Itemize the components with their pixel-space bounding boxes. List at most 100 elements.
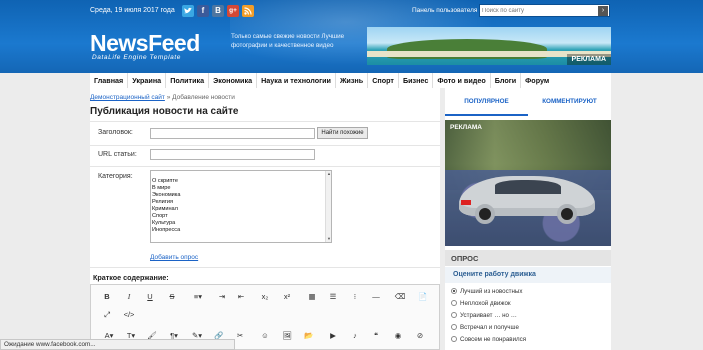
url-label: URL статьи: xyxy=(98,151,137,158)
clear-format-icon[interactable]: ⌫ xyxy=(394,292,406,301)
radio-button[interactable] xyxy=(451,300,457,307)
nav-item-business[interactable]: Бизнес xyxy=(399,73,434,88)
title-input[interactable] xyxy=(150,128,315,139)
find-similar-button[interactable]: Найти похожие xyxy=(317,127,368,139)
poll-option-label: Неплохой движок xyxy=(460,300,511,307)
nav-item-life[interactable]: Жизнь xyxy=(336,73,369,88)
unlink-icon[interactable]: ✂ xyxy=(234,331,246,340)
underline-icon[interactable]: U xyxy=(144,292,156,301)
bold-icon[interactable]: B xyxy=(101,292,113,301)
nav-item-ukraine[interactable]: Украина xyxy=(128,73,167,88)
add-poll-link[interactable]: Добавить опрос xyxy=(150,254,198,261)
image-icon[interactable]: 🖼 xyxy=(281,331,293,340)
source-code-icon[interactable]: </> xyxy=(123,310,135,319)
divider xyxy=(90,267,440,268)
nav-item-politics[interactable]: Политика xyxy=(166,73,210,88)
status-text: Ожидание www.facebook.com... xyxy=(4,341,96,348)
radio-button[interactable] xyxy=(451,312,457,319)
rss-icon[interactable] xyxy=(242,5,254,17)
category-option[interactable]: Спорт xyxy=(152,213,331,220)
nav-item-photo-video[interactable]: Фото и видео xyxy=(433,73,491,88)
radio-button[interactable] xyxy=(451,288,457,295)
subscript-icon[interactable]: x₂ xyxy=(259,292,271,301)
nav-item-economy[interactable]: Экономика xyxy=(209,73,258,88)
folder-icon[interactable]: 📂 xyxy=(303,331,315,340)
unordered-list-icon[interactable]: ⁝ xyxy=(349,292,361,301)
ad-car-plate xyxy=(461,200,471,205)
video-icon[interactable]: ▶ xyxy=(327,331,339,340)
quote-icon[interactable]: ❝ xyxy=(370,331,382,340)
category-select[interactable]: О скрипте В мире Экономика Религия Крими… xyxy=(150,170,332,243)
poll-option[interactable]: Совсем не понравился xyxy=(451,336,526,343)
category-option[interactable]: Экономика xyxy=(152,192,331,199)
sidebar-ad-image[interactable]: РЕКЛАМА xyxy=(445,120,611,246)
category-option[interactable]: Культура xyxy=(152,220,331,227)
indent-icon[interactable]: ⇥ xyxy=(216,292,228,301)
nav-item-home[interactable]: Главная xyxy=(90,73,129,88)
main-content: Демонстрационный сайт » Добавление новос… xyxy=(90,88,440,350)
category-option[interactable]: Криминал xyxy=(152,206,331,213)
facebook-icon[interactable]: f xyxy=(197,5,209,17)
user-panel-link[interactable]: Панель пользователя xyxy=(412,7,477,14)
poll-header-title: ОПРОС xyxy=(451,254,479,263)
table-icon[interactable]: ▦ xyxy=(306,292,318,301)
poll-header: ОПРОС xyxy=(445,250,611,266)
poll-option-label: Устраивает … но … xyxy=(460,312,517,319)
category-option[interactable]: О скрипте xyxy=(152,178,331,185)
nav-item-science[interactable]: Наука и технологии xyxy=(257,73,336,88)
current-date: Среда, 19 июля 2017 года xyxy=(90,7,175,14)
superscript-icon[interactable]: x² xyxy=(281,292,293,301)
tab-popular[interactable]: ПОПУЛЯРНОЕ xyxy=(445,88,528,116)
tab-commented[interactable]: КОММЕНТИРУЮТ xyxy=(528,88,611,116)
header-ad-banner[interactable]: РЕКЛАМА xyxy=(367,27,611,65)
outdent-icon[interactable]: ⇤ xyxy=(235,292,247,301)
scroll-down-icon[interactable]: ▼ xyxy=(326,236,332,242)
vk-icon[interactable]: В xyxy=(212,5,224,17)
search-box: › xyxy=(479,4,610,17)
twitter-icon[interactable] xyxy=(182,5,194,17)
italic-icon[interactable]: I xyxy=(123,292,135,301)
poll-question-text: Оцените работу движка xyxy=(453,271,536,278)
category-scrollbar[interactable]: ▲ ▼ xyxy=(325,171,331,242)
nav-item-sport[interactable]: Спорт xyxy=(368,73,399,88)
breadcrumb: Демонстрационный сайт » Добавление новос… xyxy=(90,94,235,101)
category-option[interactable]: Религия xyxy=(152,199,331,206)
google-plus-icon[interactable]: g+ xyxy=(227,5,239,17)
emoji-icon[interactable]: ☺ xyxy=(259,331,271,340)
radio-button[interactable] xyxy=(451,324,457,331)
category-option[interactable]: В мире xyxy=(152,185,331,192)
category-option[interactable]: Инопресса xyxy=(152,227,331,234)
strikethrough-icon[interactable]: S xyxy=(166,292,178,301)
spoiler-icon[interactable]: ◉ xyxy=(392,331,404,340)
poll-option[interactable]: Лучший из новостных xyxy=(451,288,522,295)
nav-item-forum[interactable]: Форум xyxy=(521,73,553,88)
horizontal-line-icon[interactable]: — xyxy=(370,292,382,301)
ad-label: РЕКЛАМА xyxy=(450,124,483,131)
sidebar: ПОПУЛЯРНОЕ КОММЕНТИРУЮТ РЕКЛАМА ОПРОС Оц… xyxy=(445,88,611,350)
divider xyxy=(90,145,440,146)
browser-status-bar: Ожидание www.facebook.com... xyxy=(0,339,235,350)
ad-car-wheel xyxy=(475,204,495,224)
fullscreen-icon[interactable]: ⤢ xyxy=(101,310,113,320)
search-icon[interactable]: › xyxy=(598,6,608,16)
poll-option[interactable]: Неплохой движок xyxy=(451,300,511,307)
radio-button[interactable] xyxy=(451,336,457,343)
search-input[interactable] xyxy=(482,6,594,16)
ad-car-window xyxy=(495,180,561,194)
poll-option[interactable]: Встречал и получше xyxy=(451,324,519,331)
url-input[interactable] xyxy=(150,149,315,160)
breadcrumb-separator: » xyxy=(166,94,171,101)
scroll-up-icon[interactable]: ▲ xyxy=(326,171,332,177)
hide-icon[interactable]: ⊘ xyxy=(414,331,426,340)
site-logo[interactable]: NewsFeed xyxy=(90,30,200,57)
nav-item-blogs[interactable]: Блоги xyxy=(491,73,522,88)
paste-text-icon[interactable]: 📄 xyxy=(417,292,429,301)
align-dropdown-icon[interactable]: ≡▾ xyxy=(189,292,207,301)
audio-icon[interactable]: ♪ xyxy=(349,331,361,340)
breadcrumb-home-link[interactable]: Демонстрационный сайт xyxy=(90,94,165,101)
ad-car-wheel xyxy=(557,204,577,224)
poll-option[interactable]: Устраивает … но … xyxy=(451,312,517,319)
ordered-list-icon[interactable]: ☰ xyxy=(327,292,339,301)
header-slogan: Только самые свежие новости Лучшие фотог… xyxy=(231,33,345,49)
poll-option-label: Лучший из новостных xyxy=(460,288,523,295)
